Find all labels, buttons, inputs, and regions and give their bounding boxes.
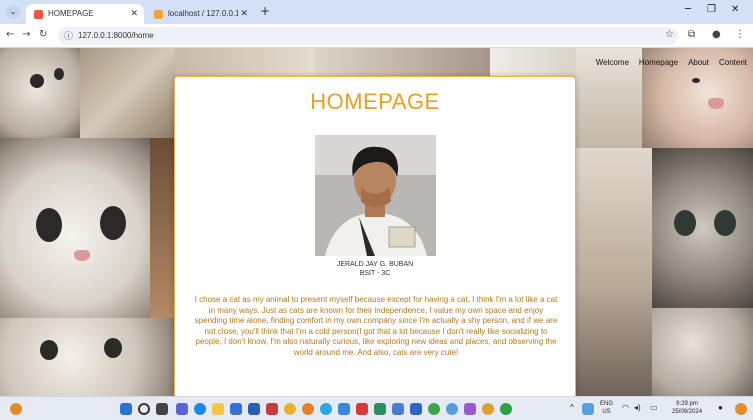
back-arrow-icon[interactable]: ← [6,29,14,40]
chrome-profile-icon[interactable] [446,403,458,415]
tab-title: localhost / 127.0.0.1 / sesl_prt [168,9,238,18]
region-label: US [602,409,611,415]
word-icon[interactable] [410,403,422,415]
language-label: ENG [600,401,614,407]
teams-icon[interactable] [176,403,188,415]
app-icon[interactable] [302,403,314,415]
phpmyadmin-favicon-icon [154,10,163,19]
clock[interactable]: 9:29 pm 25/09/2024 [672,400,702,416]
app-icon[interactable] [464,403,476,415]
address-url[interactable]: 127.0.0.1:8000/home [78,27,154,45]
profile-card: HOMEPAGE JERALD JAY G. BUBAN BSIT - 3C I… [174,76,576,396]
store-icon[interactable] [230,403,242,415]
chrome-icon[interactable] [284,403,296,415]
cat-photo [490,48,580,78]
profile-avatar-icon[interactable]: ● [712,29,721,40]
app-icon[interactable] [266,403,278,415]
cat-photo [576,148,652,288]
cat-photo [0,48,80,138]
cat-photo [175,48,315,78]
tab-homepage[interactable]: HOMEPAGE ✕ [26,4,144,24]
new-tab-plus-icon[interactable]: + [260,4,270,18]
nav-link-homepage[interactable]: Homepage [639,58,678,67]
edge-icon[interactable] [194,403,206,415]
close-tab-icon[interactable]: ✕ [240,4,248,24]
nav-link-content[interactable]: Content [719,58,747,67]
app-icon[interactable] [392,403,404,415]
chrome-icon[interactable] [428,403,440,415]
cat-photo [315,48,490,78]
close-window-icon[interactable]: ✕ [731,4,739,15]
site-navigation: Welcome Homepage About Content [596,58,747,67]
laravel-favicon-icon [34,10,43,19]
web-page: Welcome Homepage About Content HOMEPAGE … [0,48,753,396]
cat-photo [652,148,753,308]
bookmark-star-icon[interactable]: ☆ [665,29,674,40]
weather-widget-icon[interactable] [10,403,22,415]
minimize-icon[interactable]: ─ [685,4,691,15]
tab-phpmyadmin[interactable]: localhost / 127.0.0.1 / sesl_prt ✕ [146,4,254,24]
search-icon[interactable] [138,403,150,415]
browser-menu-icon[interactable]: ⋮ [735,29,745,40]
close-tab-icon[interactable]: ✕ [130,4,138,24]
language-indicator[interactable]: ENG US [600,400,613,416]
forward-arrow-icon[interactable]: → [22,29,30,40]
clock-date: 25/09/2024 [672,409,703,415]
tab-search-button[interactable]: ⌄ [6,5,20,19]
profile-photo [315,135,436,256]
chrome-profile-icon[interactable] [320,403,332,415]
file-explorer-icon[interactable] [212,403,224,415]
app-icon[interactable] [356,403,368,415]
bio-paragraph: I chose a cat as my animal to present my… [194,295,558,357]
mail-icon[interactable] [248,403,260,415]
address-bar[interactable]: ⓘ 127.0.0.1:8000/home [58,27,678,45]
wifi-icon[interactable]: ◠ [622,404,629,412]
volume-icon[interactable]: ◂) [634,404,641,412]
app-icon[interactable] [500,403,512,415]
vscode-icon[interactable] [338,403,350,415]
cat-photo [576,288,652,396]
tab-title: HOMEPAGE [48,9,94,18]
profile-name: JERALD JAY G. BUBAN [336,261,414,268]
browser-toolbar: ← → ↻ ⓘ 127.0.0.1:8000/home ☆ ⧉ ● ⋮ [0,24,753,48]
person-portrait-image [315,135,436,256]
page-title: HOMEPAGE [310,89,440,114]
show-hidden-icons-chevron-icon[interactable]: ^ [570,404,574,412]
onedrive-icon[interactable] [582,403,594,415]
reload-icon[interactable]: ↻ [39,29,47,40]
clock-time: 9:29 pm [676,401,698,407]
app-icon[interactable] [374,403,386,415]
browser-tab-bar: ⌄ HOMEPAGE ✕ localhost / 127.0.0.1 / ses… [0,0,753,24]
task-view-icon[interactable] [156,403,168,415]
cat-photo [80,48,175,138]
copilot-icon[interactable] [735,403,747,415]
site-info-icon[interactable]: ⓘ [64,29,73,42]
windows-start-icon[interactable] [120,403,132,415]
profile-course: BSIT - 3C [359,270,391,277]
windows-taskbar: ^ ENG US ◠ ◂) ▭ 9:29 pm 25/09/2024 ● [0,396,753,420]
nav-link-about[interactable]: About [688,58,709,67]
app-icon[interactable] [482,403,494,415]
battery-icon[interactable]: ▭ [650,404,658,412]
cat-photo [0,318,175,396]
restore-icon[interactable]: ❐ [707,4,716,15]
notification-bell-icon[interactable]: ● [718,404,723,412]
cat-photo [0,138,150,318]
extensions-icon[interactable]: ⧉ [688,29,695,40]
nav-link-welcome[interactable]: Welcome [596,58,629,67]
cat-photo [150,138,175,318]
cat-photo [652,308,753,396]
